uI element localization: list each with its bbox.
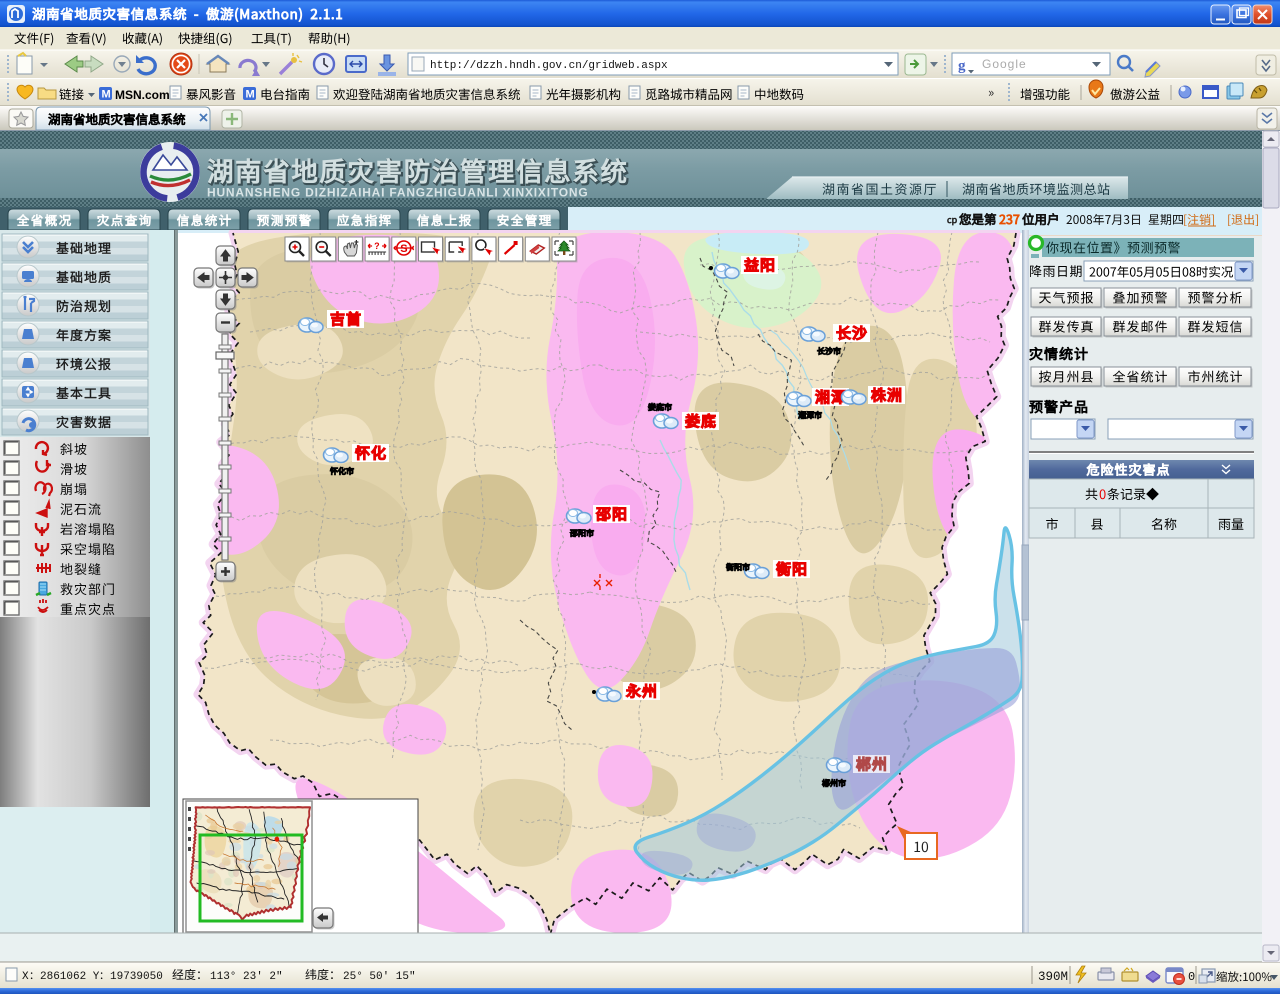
svg-text:http://dzzh.hndh.gov.cn/gridwe: http://dzzh.hndh.gov.cn/gridweb.aspx [430,60,668,72]
svg-text:g: g [958,58,966,74]
svg-text:X: X [22,971,29,983]
svg-text:19739050: 19739050 [110,971,163,983]
svg-text:?: ? [374,241,380,251]
svg-text:S: S [400,243,407,255]
svg-text:25° 50′ 15″: 25° 50′ 15″ [343,971,416,983]
svg-text:2861062 Y: 2861062 Y [40,971,100,983]
svg-text:M: M [246,89,255,101]
svg-text:Google: Google [982,57,1027,71]
svg-text:HUNANSHENG DIZHIZAIHAI FANGZHI: HUNANSHENG DIZHIZAIHAI FANGZHIGUANLI XIN… [207,186,589,200]
svg-text:M: M [102,89,111,101]
svg-text:0: 0 [1188,970,1195,984]
svg-text:113° 23′ 2″: 113° 23′ 2″ [210,971,283,983]
svg-text:MSN.com: MSN.com [115,88,170,102]
svg-text:390M: 390M [1038,970,1068,984]
